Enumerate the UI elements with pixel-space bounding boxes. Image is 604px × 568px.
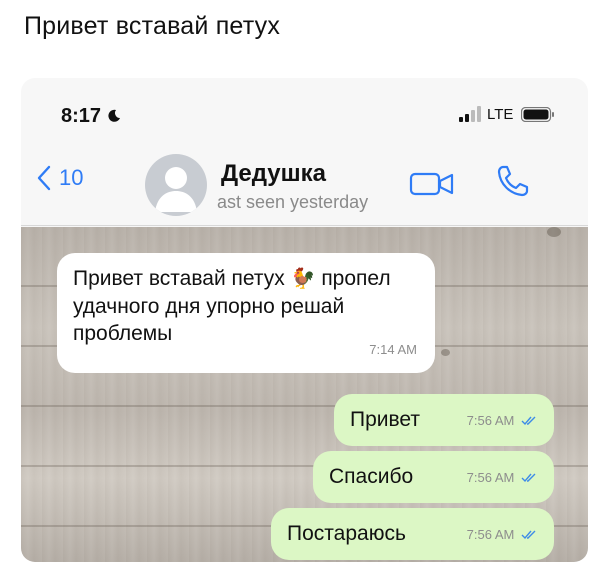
- message-text: Привет вставай петух 🐓 пропел удачного д…: [73, 265, 413, 347]
- message-text: Спасибо: [329, 465, 414, 488]
- unread-count: 10: [59, 165, 84, 190]
- signal-icon: [459, 106, 481, 122]
- message-text: Привет: [350, 408, 421, 431]
- rooster-emoji: 🐓: [290, 268, 316, 290]
- message-text-line: Привет вставай петух: [73, 267, 285, 290]
- chat-area: Привет вставай петух 🐓 пропел удачного д…: [21, 227, 588, 562]
- avatar[interactable]: [145, 154, 207, 216]
- chevron-left-icon: [37, 165, 51, 191]
- message-bubble-outgoing[interactable]: Постараюсь 7:56 AM: [271, 508, 554, 560]
- moon-icon: [108, 109, 120, 122]
- message-meta: 7:56 AM: [467, 407, 538, 434]
- message-meta: 7:56 AM: [467, 521, 538, 548]
- message-text: Постараюсь: [287, 522, 406, 545]
- message-time: 7:56 AM: [466, 527, 515, 542]
- person-icon: [155, 167, 197, 212]
- message-meta: 7:56 AM: [467, 464, 538, 491]
- battery-icon: [521, 107, 554, 122]
- message-bubble-outgoing[interactable]: Спасибо 7:56 AM: [313, 451, 554, 503]
- phone-call-icon[interactable]: [496, 164, 530, 198]
- read-receipt-icon: [521, 473, 536, 483]
- status-time: 8:17: [61, 105, 102, 127]
- message-bubble-incoming[interactable]: Привет вставай петух 🐓 пропел удачного д…: [57, 253, 435, 373]
- read-receipt-icon: [521, 530, 536, 540]
- chat-header: 10 Дедушка ast seen yesterday: [21, 140, 588, 226]
- message-time: 7:14 AM: [369, 342, 417, 357]
- message-time: 7:56 AM: [466, 413, 515, 428]
- contact-name[interactable]: Дедушка: [221, 160, 326, 188]
- phone-screenshot: 8:17 LTE 10 Дедушка ast seen yesterday П…: [21, 78, 588, 562]
- message-time: 7:56 AM: [466, 470, 515, 485]
- status-bar: 8:17 LTE: [21, 78, 588, 140]
- video-call-icon[interactable]: [409, 170, 455, 198]
- wood-knot: [547, 227, 561, 237]
- network-label: LTE: [487, 106, 514, 123]
- last-seen-status: ast seen yesterday: [217, 192, 369, 212]
- wood-knot: [441, 349, 450, 356]
- read-receipt-icon: [521, 416, 536, 426]
- message-bubble-outgoing[interactable]: Привет 7:56 AM: [334, 394, 554, 446]
- post-caption: Привет вставай петух: [24, 12, 281, 40]
- back-button[interactable]: 10: [37, 165, 83, 191]
